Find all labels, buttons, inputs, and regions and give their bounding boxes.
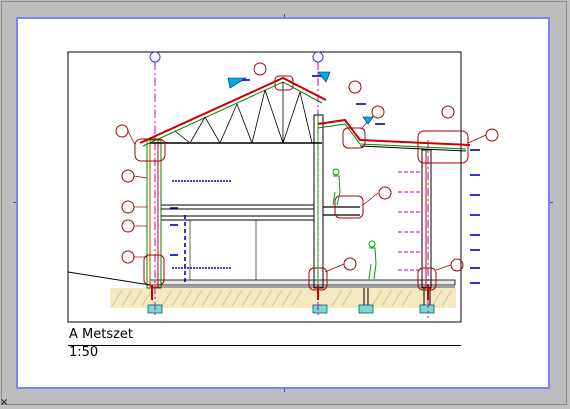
scale-figures xyxy=(332,168,377,280)
title-underline xyxy=(68,345,461,346)
dimension-marks xyxy=(170,75,480,284)
grade-leader xyxy=(67,271,151,286)
level-marks xyxy=(398,171,420,271)
grid-bubbles xyxy=(149,51,324,63)
callout-leaders xyxy=(127,115,487,273)
right-wall xyxy=(421,149,432,289)
ground-slab xyxy=(149,279,456,288)
detail-callouts xyxy=(115,62,499,291)
drawing-viewport[interactable]: A Metszet 1:50 × xyxy=(0,0,570,409)
cursor-x-icon: × xyxy=(0,397,9,408)
flat-roof xyxy=(317,118,471,152)
section-scale: 1:50 xyxy=(69,345,99,360)
section-title: A Metszet xyxy=(69,327,134,342)
roof-truss xyxy=(139,76,327,147)
left-wall xyxy=(146,139,162,289)
